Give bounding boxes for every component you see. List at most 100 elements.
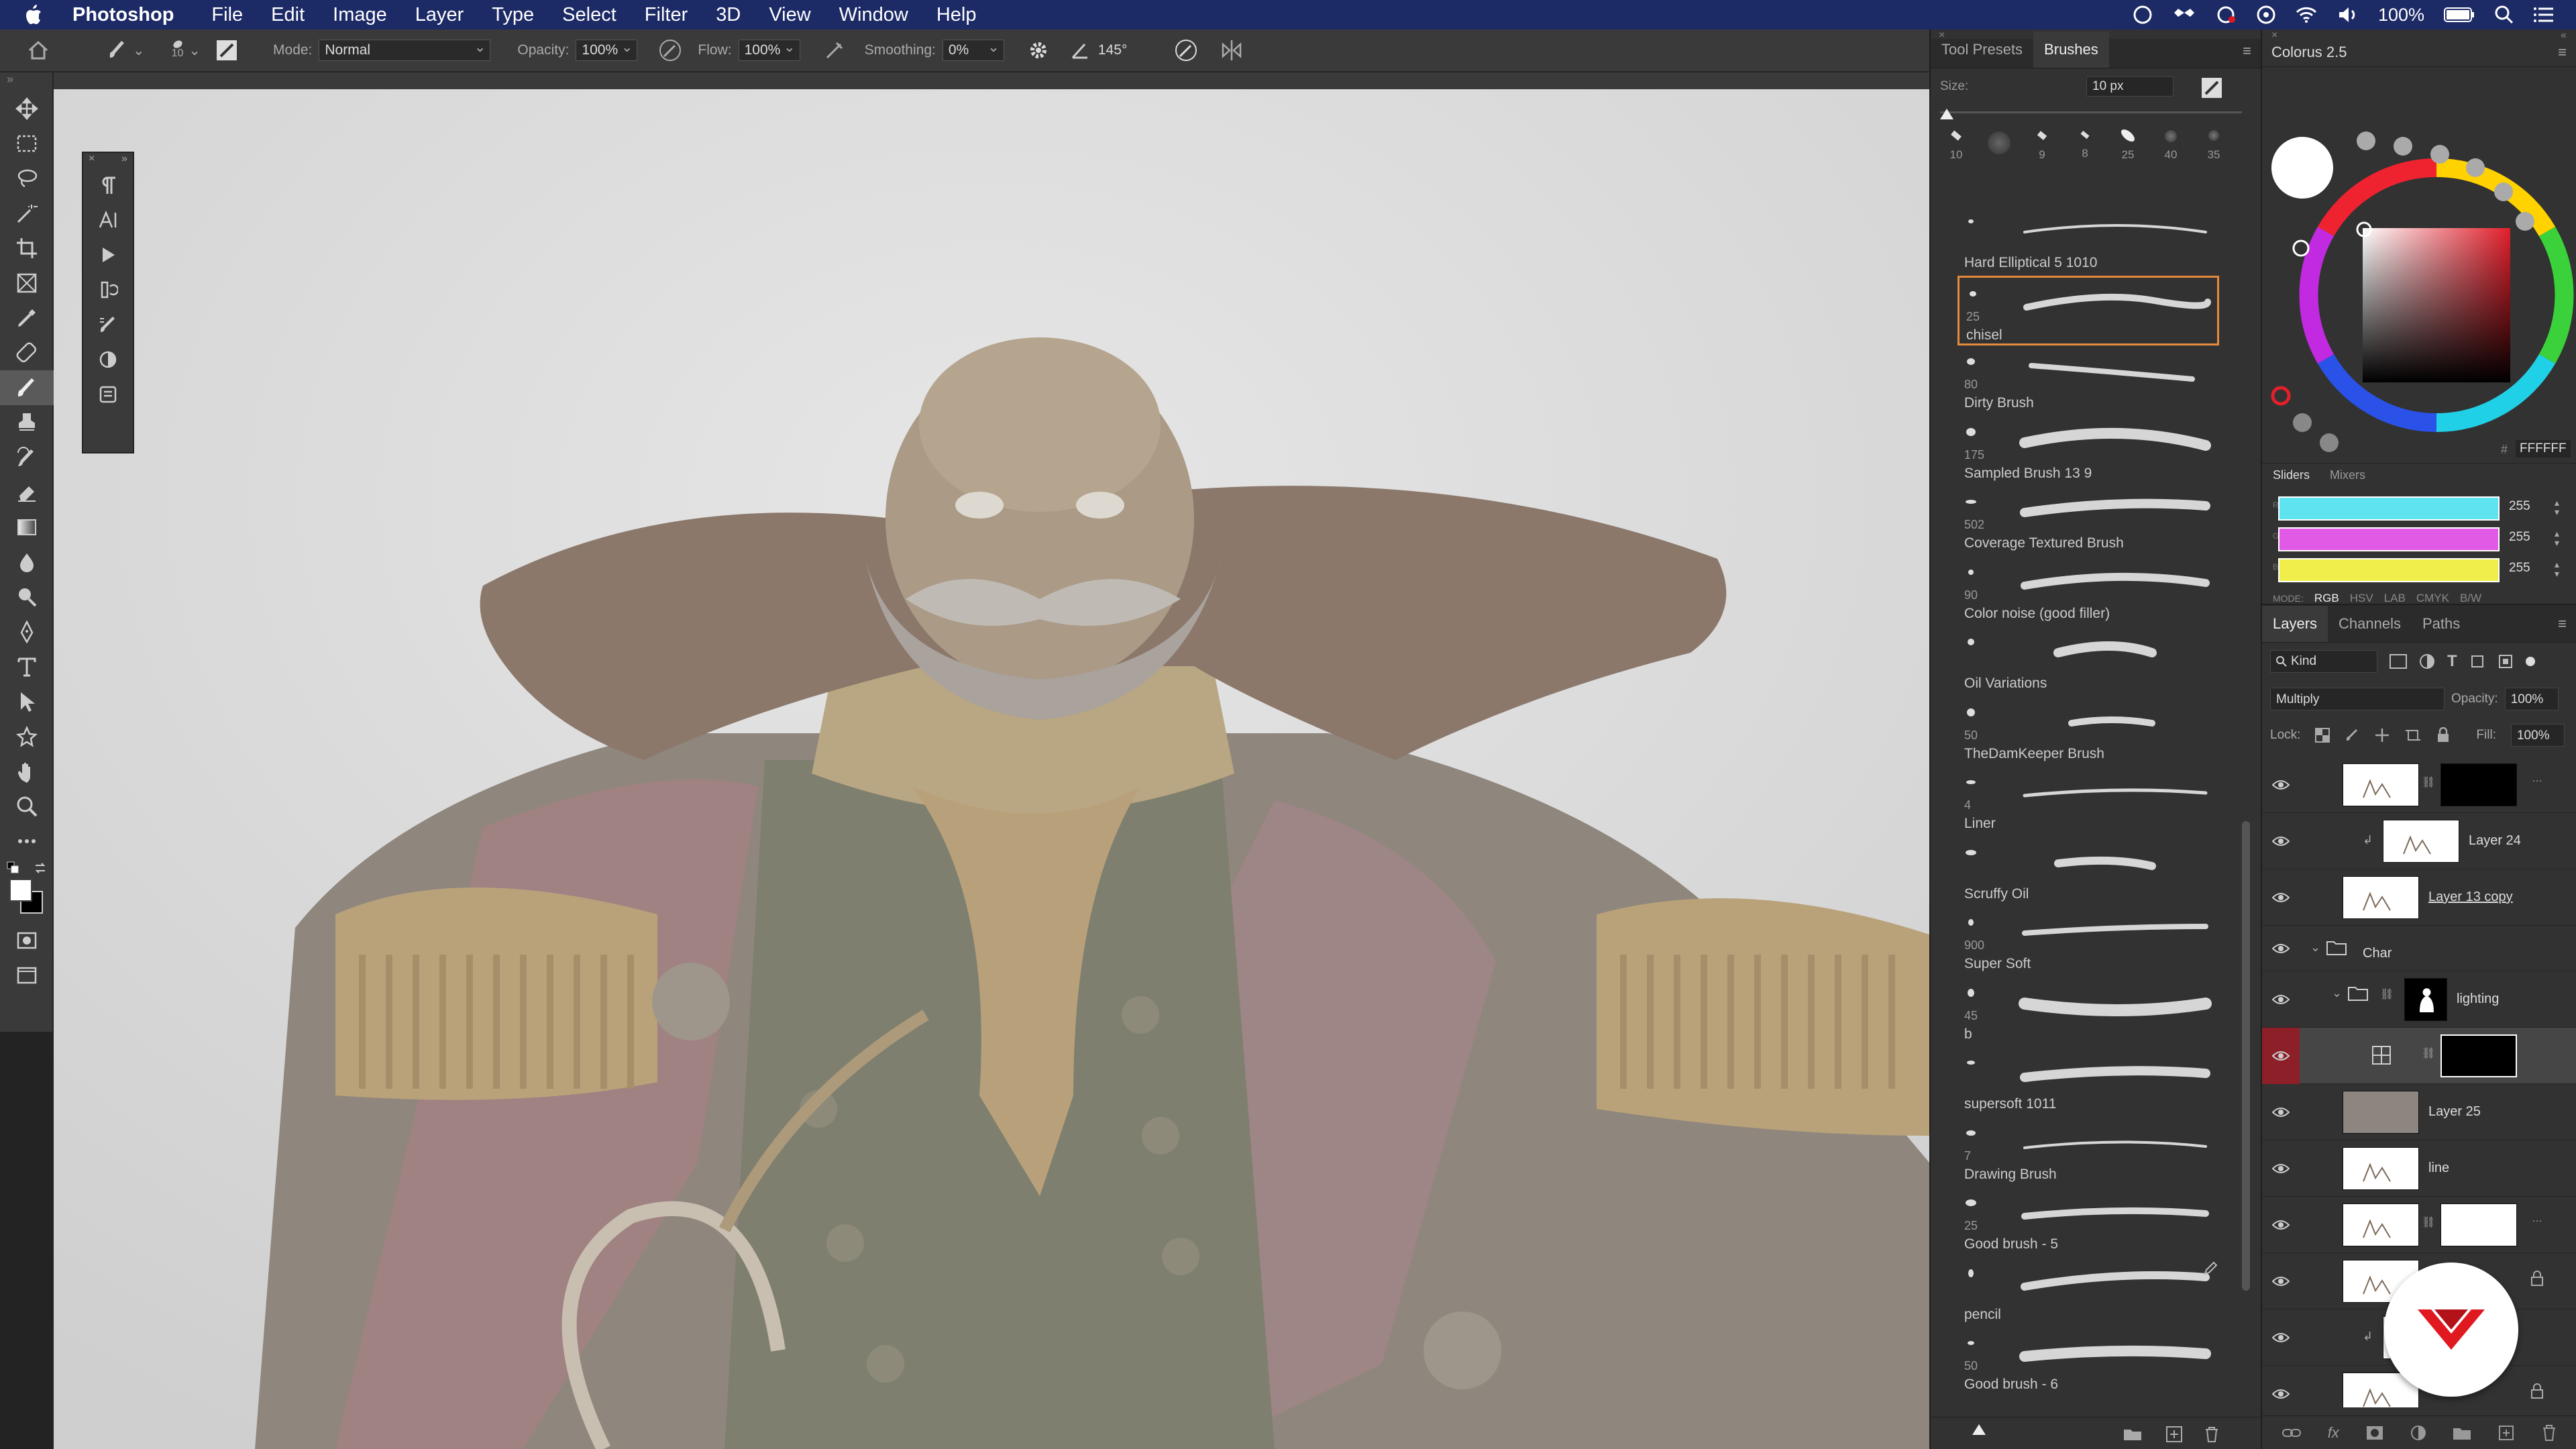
new-brush-icon[interactable]	[2200, 76, 2223, 99]
slider-value[interactable]: 255	[2509, 530, 2530, 545]
layer-filter-select[interactable]: Kind	[2270, 650, 2377, 673]
swap-colors-icon[interactable]	[34, 861, 47, 875]
spotlight-search-icon[interactable]	[2494, 5, 2514, 25]
sync-icon[interactable]	[2214, 5, 2237, 25]
mask-link-icon[interactable]: ⛓	[2422, 1216, 2435, 1229]
menu-window[interactable]: Window	[839, 4, 908, 26]
fill-field[interactable]: 100%	[2510, 724, 2565, 747]
layer-thumbnail[interactable]	[2343, 1203, 2419, 1246]
smoothing-settings-gear-icon[interactable]	[1027, 39, 1050, 62]
preview-size-slider-thumb[interactable]	[1972, 1424, 1986, 1435]
hand-tool-icon[interactable]	[0, 754, 54, 789]
dropbox-icon[interactable]	[2173, 5, 2196, 25]
brush-item[interactable]: pencil	[1957, 1257, 2219, 1327]
angle-value[interactable]: 145°	[1098, 42, 1159, 58]
mask-link-icon[interactable]: ⛓	[2422, 775, 2435, 789]
visibility-eye-icon[interactable]	[2262, 926, 2300, 971]
layer-style-fx-icon[interactable]: fx	[2328, 1424, 2339, 1442]
brush-settings-toggle-icon[interactable]	[215, 39, 238, 62]
adjustments-icon[interactable]	[83, 342, 133, 377]
filter-type-icon[interactable]: T	[2447, 652, 2457, 671]
color-slider-g[interactable]: G 255 ▴ ▾	[2273, 526, 2575, 553]
brush-item[interactable]: 50 TheDamKeeper Brush	[1957, 696, 2219, 766]
edit-brush-icon[interactable]	[2203, 1261, 2218, 1276]
size-field[interactable]: 10 px	[2086, 76, 2174, 97]
layer-thumbnail[interactable]	[2383, 820, 2459, 863]
lock-position-icon[interactable]	[2374, 727, 2390, 743]
size-slider-thumb[interactable]	[1940, 109, 1953, 119]
palette-close-icon[interactable]: ×	[89, 153, 95, 168]
volume-icon[interactable]	[2337, 5, 2359, 25]
healing-brush-tool-icon[interactable]	[0, 335, 54, 370]
properties-icon[interactable]	[83, 377, 133, 412]
menu-layer[interactable]: Layer	[415, 4, 464, 26]
layer-group-row[interactable]: ⌄ Char	[2262, 926, 2576, 971]
filter-adjustment-icon[interactable]	[2419, 653, 2435, 669]
visibility-eye-icon[interactable]	[2262, 1253, 2300, 1309]
visibility-eye-icon[interactable]	[2262, 971, 2300, 1028]
brush-item[interactable]: 175 Sampled Brush 13 9	[1957, 416, 2219, 486]
layer-thumbnail[interactable]	[2343, 763, 2419, 806]
stepper-icon[interactable]: ▴ ▾	[2555, 498, 2559, 517]
layer-row[interactable]: Layer 25	[2262, 1084, 2576, 1140]
size-slider[interactable]	[1931, 109, 2261, 125]
visibility-eye-icon[interactable]	[2262, 1366, 2300, 1407]
new-layer-icon[interactable]	[2498, 1425, 2514, 1441]
lock-artboard-icon[interactable]	[2405, 727, 2421, 743]
layer-row[interactable]: ⛓	[2262, 1028, 2576, 1084]
group-expand-chevron-icon[interactable]: ⌄	[2332, 986, 2342, 1000]
color-slider-b[interactable]: B 255 ▴ ▾	[2273, 557, 2575, 584]
stepper-icon[interactable]: ▴ ▾	[2555, 559, 2559, 578]
app-name[interactable]: Photoshop	[72, 4, 174, 26]
layer-thumbnail[interactable]	[2343, 1034, 2419, 1077]
visibility-eye-icon[interactable]	[2262, 1140, 2300, 1197]
filter-toggle[interactable]	[2525, 657, 2535, 666]
link-layers-icon[interactable]	[2282, 1428, 2301, 1438]
custom-shape-tool-icon[interactable]	[0, 719, 54, 754]
visibility-eye-icon[interactable]	[2262, 757, 2300, 813]
visibility-eye-icon[interactable]	[2262, 1197, 2300, 1253]
menu-help[interactable]: Help	[936, 4, 977, 26]
stepper-icon[interactable]: ▴ ▾	[2555, 529, 2559, 547]
brush-item[interactable]: 25 Good brush - 5	[1957, 1187, 2219, 1256]
character-icon[interactable]	[83, 203, 133, 237]
menu-select[interactable]: Select	[562, 4, 616, 26]
brush-item[interactable]: Hard Elliptical 5 1010	[1957, 205, 2219, 275]
brush-tool-preset-icon[interactable]	[106, 39, 129, 62]
new-adjustment-layer-icon[interactable]	[2410, 1425, 2426, 1441]
recent-brush[interactable]: 8	[2065, 127, 2105, 168]
brushes-panel-menu-icon[interactable]: ≡	[2243, 42, 2261, 68]
gradient-tool-icon[interactable]	[0, 510, 54, 545]
layer-mask-thumbnail[interactable]	[2440, 1034, 2517, 1077]
slider-track[interactable]	[2278, 527, 2500, 551]
layer-row[interactable]: ⛓…	[2262, 757, 2576, 813]
new-brush-group-icon[interactable]	[2123, 1426, 2143, 1442]
crop-tool-icon[interactable]	[0, 231, 54, 266]
history-icon[interactable]	[83, 272, 133, 307]
visibility-eye-icon[interactable]	[2262, 869, 2300, 926]
layer-thumbnail[interactable]	[2343, 1147, 2419, 1190]
pressure-opacity-icon[interactable]	[657, 38, 683, 63]
battery-icon[interactable]	[2443, 6, 2475, 23]
layer-row[interactable]: ↲ Layer 24	[2262, 813, 2576, 869]
brush-picker-chevron-icon[interactable]: ⌄	[189, 42, 201, 59]
colorus-collapse-icon[interactable]: «	[2561, 30, 2567, 41]
color-slider-r[interactable]: R 255 ▴ ▾	[2273, 495, 2575, 522]
pen-tool-icon[interactable]	[0, 614, 54, 649]
airdrop-icon[interactable]	[2256, 5, 2276, 25]
delete-brush-icon[interactable]	[2203, 1426, 2220, 1443]
group-mask-thumbnail[interactable]	[2404, 978, 2447, 1021]
recent-brush[interactable]	[1979, 127, 2019, 168]
blend-mode-select[interactable]: Multiply	[2270, 688, 2445, 710]
lock-all-icon[interactable]	[2436, 727, 2451, 743]
group-expand-chevron-icon[interactable]: ⌄	[2310, 941, 2320, 955]
menu-type[interactable]: Type	[492, 4, 534, 26]
brush-item[interactable]: 900 Super Soft	[1957, 906, 2219, 976]
layer-mask-thumbnail[interactable]	[2440, 1203, 2517, 1246]
preset-chevron-icon[interactable]: ⌄	[133, 42, 145, 59]
tab-brushes[interactable]: Brushes	[2033, 32, 2109, 68]
quick-mask-icon[interactable]	[0, 923, 54, 958]
menu-3d[interactable]: 3D	[716, 4, 741, 26]
opacity-field[interactable]: 100%	[576, 39, 638, 61]
flow-field[interactable]: 100%	[738, 39, 800, 61]
